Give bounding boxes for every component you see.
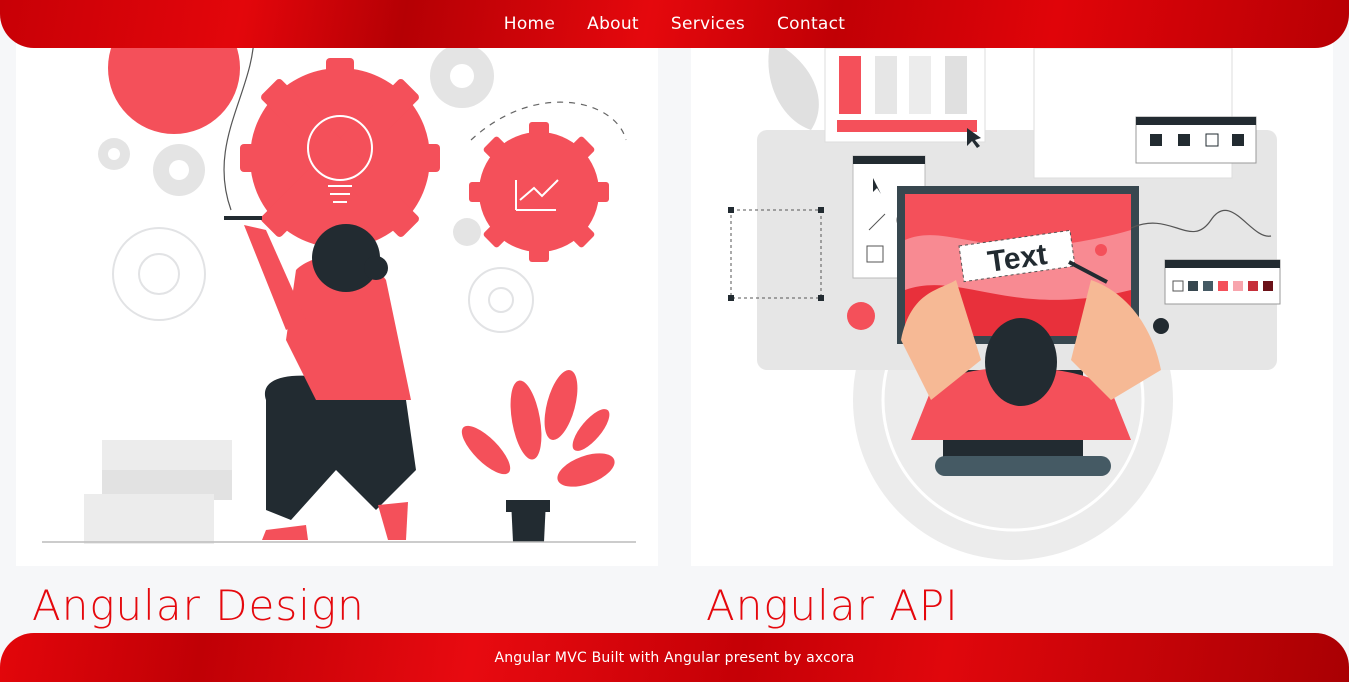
nav-link-about[interactable]: About [587,14,639,34]
api-card-title: Angular API [706,581,959,630]
design-card-title: Angular Design [32,581,365,630]
page-footer: Angular MVC Built with Angular present b… [0,633,1349,682]
nav-link-home[interactable]: Home [504,14,555,34]
footer-credit-text: Angular MVC Built with Angular present b… [494,649,855,666]
gears-illustration [42,2,636,544]
editor-illustration: Text [728,40,1281,560]
nav-link-services[interactable]: Services [671,14,745,34]
nav-link-contact[interactable]: Contact [777,14,845,34]
plant-icon [461,370,615,542]
bar-chart-icon [824,47,986,148]
woman-figure-icon [224,216,416,540]
api-card-image: Text [691,0,1333,566]
top-navbar: Home About Services Contact [0,0,1349,48]
pattern-panel-icon [1135,116,1257,164]
color-palette-icon [1164,259,1281,305]
design-card-image [16,0,658,566]
